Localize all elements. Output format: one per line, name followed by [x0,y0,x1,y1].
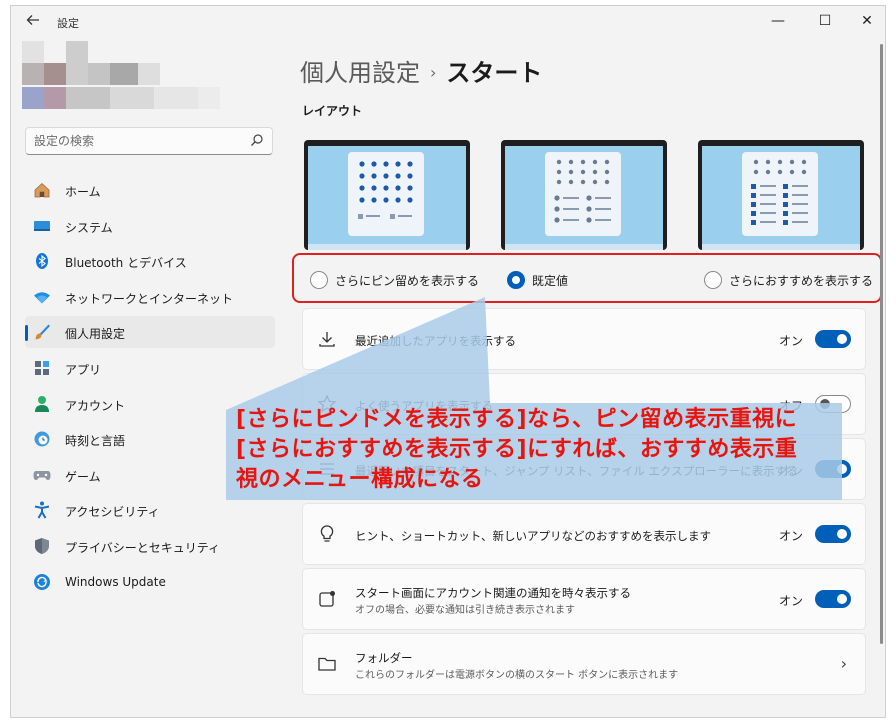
title-bar: 設定 — ☐ ✕ [11,6,885,38]
search-box[interactable] [25,127,273,155]
breadcrumb: 個人用設定 › スタート [300,53,542,88]
annotation-line: [さらにピンドメを表示する]なら、ピン留め表示重視に [236,407,798,432]
scrollbar[interactable] [880,44,883,644]
user-profile[interactable] [22,41,232,113]
sidebar-item-label: 個人用設定 [65,327,126,342]
start-menu-preview-icon [358,161,413,219]
back-arrow-icon [26,15,39,25]
layout-options-highlight: さらにピン留めを表示する 既定値 さらにおすすめを表示する [292,253,882,303]
sidebar-item-label: システム [65,220,113,235]
radio-circle-icon [704,271,722,289]
sidebar-item-apps[interactable]: アプリ [25,352,275,384]
toggle-switch[interactable] [815,525,851,543]
app-title: 設定 [57,17,79,30]
minimize-button[interactable]: — [762,8,794,34]
setting-title: フォルダー [355,651,413,665]
apps-icon [35,360,49,375]
setting-folders[interactable]: フォルダー これらのフォルダーは電源ボタンの横のスタート ボタンに表示されます … [302,633,866,695]
sidebar-item-label: ホーム [65,185,101,199]
sidebar-item-label: プライバシーとセキュリティ [65,540,221,555]
radio-label: さらにおすすめを表示する [729,274,874,288]
sidebar-item-label: ゲーム [65,469,101,484]
start-menu-preview-icon [751,159,808,225]
sidebar-item-system[interactable]: システム [25,210,275,242]
sidebar-item-personalization[interactable]: 個人用設定 [25,316,275,349]
download-icon [319,332,335,347]
radio-label: さらにピン留めを表示する [335,274,480,288]
start-menu-preview-icon [554,159,611,223]
folder-icon [318,657,336,671]
home-icon [34,182,50,198]
search-input[interactable] [34,132,234,150]
setting-recently-added-apps[interactable]: 最近追加したアプリを表示する オン [302,308,866,370]
layout-section-title: レイアウト [302,104,363,118]
sidebar-item-accessibility[interactable]: アクセシビリティ [25,494,275,526]
toggle-state-label: オン [778,334,803,348]
annotation-line: 視のメニュー構成になる [236,467,484,492]
network-icon [34,292,50,304]
chevron-right-icon: › [840,654,847,673]
maximize-button[interactable]: ☐ [809,8,841,34]
setting-subtitle: これらのフォルダーは電源ボタンの横のスタート ボタンに表示されます [355,670,679,681]
back-button[interactable] [23,12,43,32]
sidebar-item-network[interactable]: ネットワークとインターネット [25,281,275,313]
radio-label: 既定値 [532,274,569,288]
radio-circle-icon [310,271,328,289]
sidebar-item-label: 時刻と言語 [65,434,126,449]
settings-window: 設定 — ☐ ✕ ホーム システム Bluetooth [10,5,886,718]
system-icon [34,220,50,231]
avatar [22,41,44,63]
sidebar-item-bluetooth[interactable]: Bluetooth とデバイス [25,245,275,277]
annotation-box: [さらにピンドメを表示する]なら、ピン留め表示重視に [さらにおすすめを表示する… [226,403,842,499]
breadcrumb-separator-icon: › [430,63,437,82]
setting-account-notifications[interactable]: スタート画面にアカウント関連の通知を時々表示する オフの場合、必要な通知は引き続… [302,568,866,630]
setting-tips-recommendations[interactable]: ヒント、ショートカット、新しいアプリなどのおすすめを表示します オン [302,503,866,565]
sidebar-nav: ホーム システム Bluetooth とデバイス ネットワークとインターネット … [25,174,275,601]
toggle-state-label: オン [778,529,803,543]
radio-selected-icon [507,271,525,289]
toggle-switch[interactable] [815,590,851,608]
layout-preview-default[interactable] [501,140,667,250]
brush-icon [35,324,50,340]
bluetooth-icon [36,253,48,270]
update-icon [34,573,50,590]
lightbulb-icon [320,525,334,542]
gamepad-icon [33,470,51,480]
breadcrumb-parent[interactable]: 個人用設定 [300,59,420,87]
notification-icon [319,591,335,607]
sidebar-item-label: Bluetooth とデバイス [65,256,187,271]
time-language-icon [34,431,50,447]
sidebar-item-label: アカウント [65,398,126,413]
sidebar-item-label: ネットワークとインターネット [65,291,234,306]
setting-subtitle: オフの場合、必要な通知は引き続き表示されます [355,605,575,616]
sidebar-item-windows-update[interactable]: Windows Update [25,566,275,598]
sidebar-item-label: アクセシビリティ [65,505,160,520]
sidebar-item-home[interactable]: ホーム [25,174,275,206]
sidebar-item-privacy[interactable]: プライバシーとセキュリティ [25,530,275,562]
layout-preview-more-pins[interactable] [304,140,470,250]
setting-title: スタート画面にアカウント関連の通知を時々表示する [355,586,631,600]
account-icon [35,395,49,412]
page-title: スタート [446,59,543,87]
close-button[interactable]: ✕ [851,8,883,34]
annotation-line: [さらにおすすめを表示する]にすれば、おすすめ表示重 [236,437,798,462]
setting-title: ヒント、ショートカット、新しいアプリなどのおすすめを表示します [355,529,712,543]
sidebar-item-label: Windows Update [65,574,166,589]
setting-title: 最近追加したアプリを表示する [355,334,516,348]
sidebar-item-label: アプリ [65,362,102,377]
layout-preview-more-recommendations[interactable] [698,140,864,250]
toggle-state-label: オン [778,594,803,608]
accessibility-icon [34,501,50,519]
toggle-switch[interactable] [815,330,851,348]
shield-icon [35,537,49,554]
search-icon [251,134,263,146]
